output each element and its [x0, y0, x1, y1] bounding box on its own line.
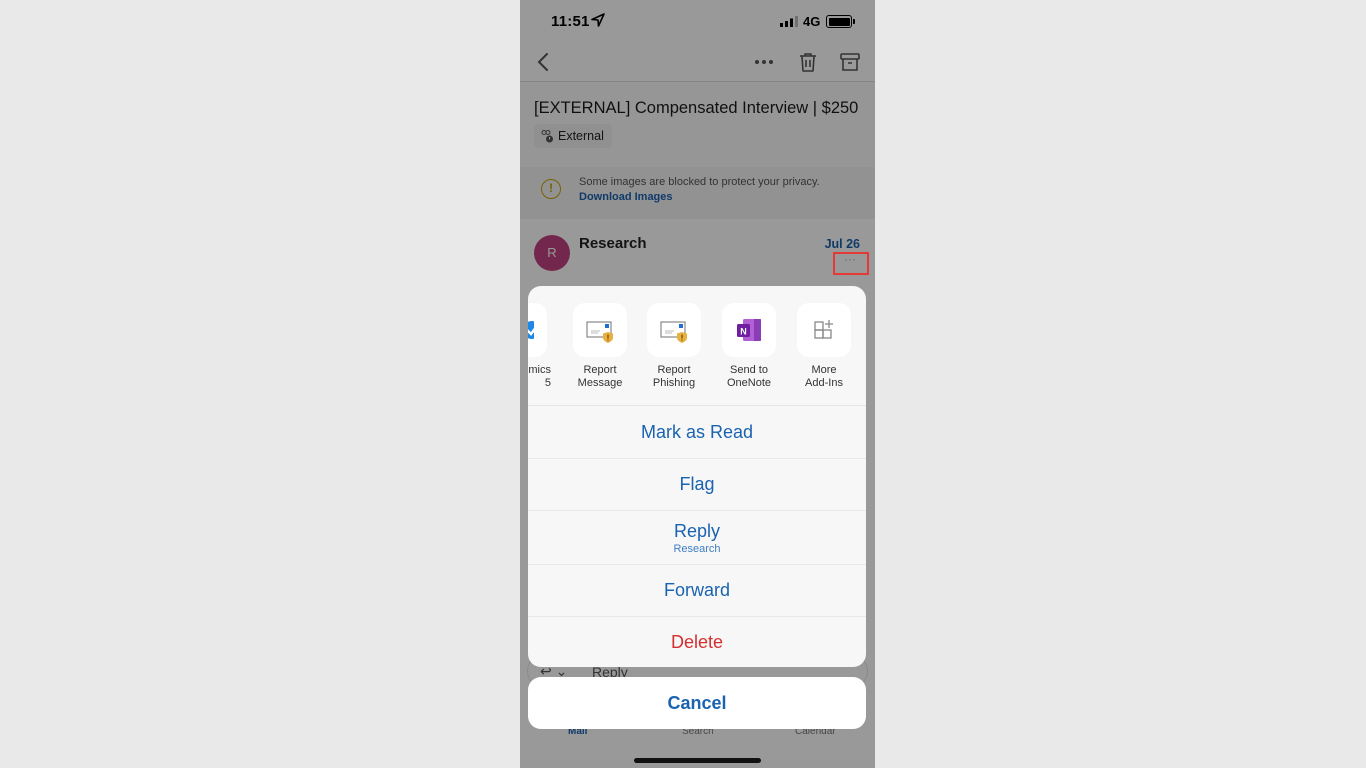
action-label: Reply	[673, 520, 721, 541]
addin-send-to-onenote[interactable]: N Send to OneNote	[714, 303, 784, 390]
addin-label: Report Phishing	[652, 364, 696, 389]
action-delete[interactable]: Delete	[528, 617, 866, 667]
addin-dynamics[interactable]: mics 5	[528, 303, 555, 390]
svg-text:N: N	[740, 327, 747, 337]
action-label: Delete	[670, 631, 724, 652]
addins-row[interactable]: mics 5 Report Message Report Phishing N …	[528, 286, 866, 406]
home-indicator[interactable]	[634, 758, 761, 763]
addin-label: Report Message	[577, 364, 623, 389]
addin-label: mics 5	[528, 364, 551, 389]
action-flag[interactable]: Flag	[528, 459, 866, 511]
action-mark-as-read[interactable]: Mark as Read	[528, 407, 866, 459]
action-reply[interactable]: Reply Research	[528, 511, 866, 565]
action-sublabel: Research	[673, 542, 721, 555]
dynamics-check-icon	[528, 321, 534, 339]
action-sheet: mics 5 Report Message Report Phishing N …	[528, 286, 866, 667]
onenote-icon: N	[737, 319, 761, 341]
addin-more-add-ins[interactable]: More Add-Ins	[789, 303, 859, 390]
addin-report-message[interactable]: Report Message	[565, 303, 635, 390]
add-ins-icon	[814, 320, 833, 339]
addin-label: Send to OneNote	[726, 364, 772, 389]
report-phishing-icon	[660, 321, 687, 343]
report-message-icon	[586, 321, 613, 343]
action-label: Flag	[679, 474, 715, 494]
addin-report-phishing[interactable]: Report Phishing	[639, 303, 709, 390]
cancel-button[interactable]: Cancel	[528, 677, 866, 729]
message-more-button[interactable]: ···	[833, 252, 867, 274]
action-label: Mark as Read	[640, 422, 754, 442]
phone-screen: 11:51 4G [EXTERNAL] Compensated Intervie…	[520, 0, 875, 768]
action-label: Forward	[663, 580, 730, 600]
action-forward[interactable]: Forward	[528, 565, 866, 617]
addin-label: More Add-Ins	[805, 364, 843, 389]
